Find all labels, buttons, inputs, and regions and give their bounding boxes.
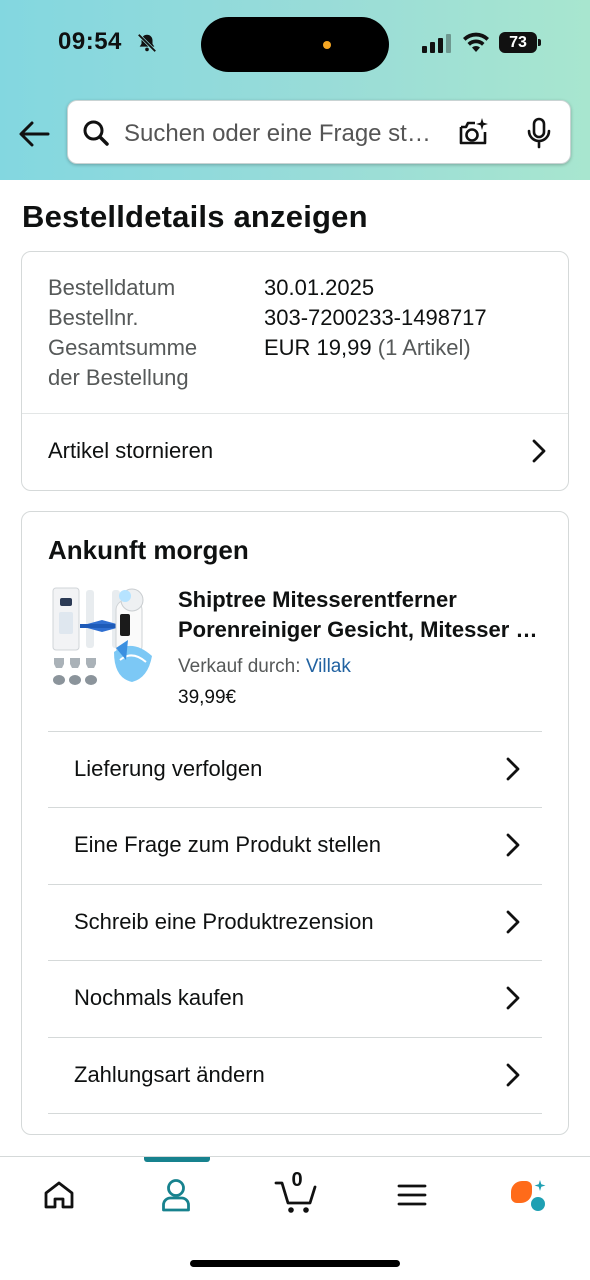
tab-menu[interactable] <box>382 1173 442 1217</box>
home-indicator <box>190 1260 400 1267</box>
status-bar: 09:54 73 <box>0 0 590 90</box>
order-item-count: (1 Artikel) <box>377 335 471 360</box>
chevron-right-icon <box>506 1063 520 1087</box>
home-icon <box>44 1181 74 1209</box>
seller-prefix: Verkauf durch: <box>178 656 301 677</box>
chevron-right-icon <box>506 986 520 1010</box>
order-number-row: Bestellnr. 303-7200233-1498717 <box>48 303 548 333</box>
tab-account[interactable] <box>146 1173 206 1217</box>
change-payment-button[interactable]: Zahlungsart ändern <box>48 1037 542 1114</box>
status-time: 09:54 <box>58 28 122 55</box>
chevron-right-icon <box>506 757 520 781</box>
cancel-items-button[interactable]: Artikel stornieren <box>22 413 568 491</box>
search-bar[interactable]: Suchen oder eine Frage stellen <box>67 100 571 164</box>
header-area: 09:54 73 Suchen oder eine Frage stellen <box>0 0 590 180</box>
shipment-card: Ankunft morgen Shiptree Mitesserentferne… <box>21 511 569 1135</box>
tab-cart[interactable]: 0 <box>266 1169 326 1217</box>
chevron-right-icon <box>506 910 520 934</box>
product-title-link[interactable]: Shiptree Mitesserentferner Porenreiniger… <box>178 585 538 645</box>
order-number-label: Bestellnr. <box>48 305 139 330</box>
wifi-icon <box>463 32 489 52</box>
microphone-icon[interactable] <box>526 117 552 149</box>
order-total-row: Gesamtsumme der Bestellung EUR 19,99 (1 … <box>48 333 548 393</box>
order-summary-card: Bestelldatum 30.01.2025 Bestellnr. 303-7… <box>21 251 569 491</box>
order-date-value: 30.01.2025 <box>264 275 375 300</box>
seller-link[interactable]: Villak <box>306 656 351 677</box>
tab-home[interactable] <box>29 1173 89 1217</box>
battery-indicator: 73 <box>499 32 541 53</box>
arrival-title: Ankunft morgen <box>48 535 249 565</box>
order-total-value: EUR 19,99 (1 Artikel) <box>264 335 471 360</box>
tab-assistant[interactable] <box>498 1173 558 1217</box>
buy-again-button[interactable]: Nochmals kaufen <box>48 960 542 1037</box>
product-price: 39,99€ <box>178 687 237 708</box>
silent-bell-icon <box>137 33 157 53</box>
active-tab-indicator <box>144 1157 210 1162</box>
order-date-label: Bestelldatum <box>48 275 176 300</box>
order-number-value: 303-7200233-1498717 <box>264 305 487 330</box>
order-details: Bestelldatum 30.01.2025 Bestellnr. 303-7… <box>48 273 548 393</box>
product-image[interactable] <box>50 586 156 692</box>
assistant-icon <box>511 1180 546 1211</box>
ask-product-question-button[interactable]: Eine Frage zum Produkt stellen <box>48 807 542 884</box>
cellular-signal-icon <box>422 34 451 53</box>
write-review-button[interactable]: Schreib eine Produktrezension <box>48 884 542 961</box>
chevron-right-icon <box>532 439 546 463</box>
back-button[interactable] <box>14 114 54 154</box>
chevron-right-icon <box>506 833 520 857</box>
divider <box>48 1113 542 1114</box>
page-title: Bestelldetails anzeigen <box>22 199 368 234</box>
back-arrow-icon <box>19 121 50 147</box>
cart-count-badge: 0 <box>291 1169 303 1191</box>
dynamic-island <box>201 17 389 72</box>
seller-info: Verkauf durch: Villak <box>178 653 351 681</box>
search-input[interactable]: Suchen oder eine Frage stellen <box>124 119 444 149</box>
cancel-items-label: Artikel stornieren <box>48 438 214 463</box>
person-icon <box>162 1179 190 1212</box>
search-icon <box>83 120 109 146</box>
order-total-label: Gesamtsumme der Bestellung <box>48 335 198 390</box>
camera-search-icon[interactable] <box>457 117 489 149</box>
track-package-button[interactable]: Lieferung verfolgen <box>48 731 542 808</box>
menu-icon <box>397 1184 427 1206</box>
order-date-row: Bestelldatum 30.01.2025 <box>48 273 548 303</box>
